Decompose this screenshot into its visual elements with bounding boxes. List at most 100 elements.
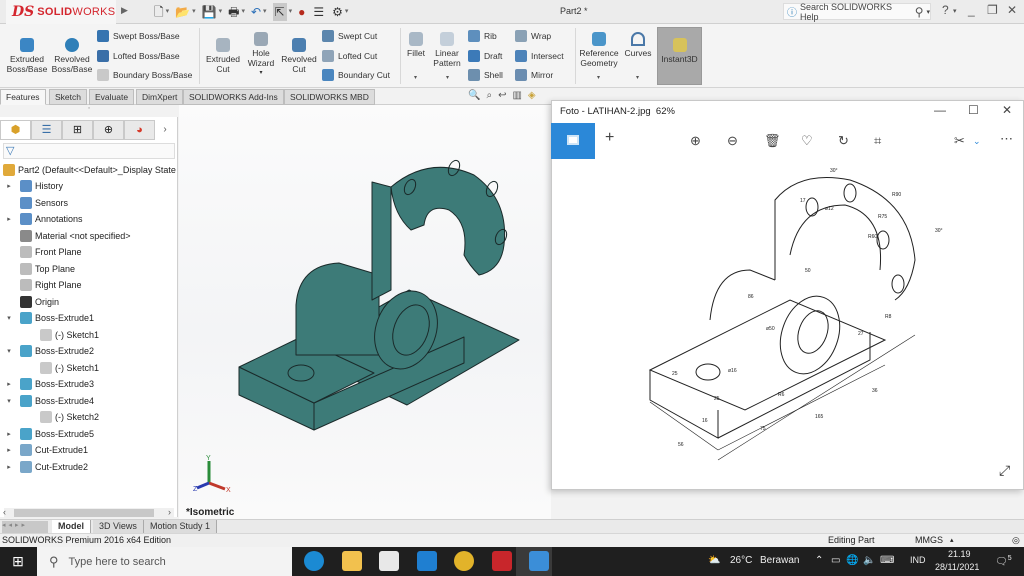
reference-geometry-button[interactable]: Reference Geometry xyxy=(578,30,620,68)
file-properties-icon[interactable]: ☰ xyxy=(313,3,324,21)
expand-toggle-icon[interactable]: ▸ xyxy=(4,380,14,388)
tab-evaluate[interactable]: Evaluate xyxy=(89,89,135,105)
taskbar-search-input[interactable]: ⚲ Type here to search xyxy=(37,547,292,576)
display-manager-tab[interactable]: ◕ xyxy=(124,120,155,140)
chevron-down-icon[interactable]: ▾ xyxy=(241,3,245,21)
reference-geometry-dropdown-icon[interactable]: ▾ xyxy=(597,74,600,81)
revolved-boss-button[interactable]: Revolved Boss/Base xyxy=(51,36,93,74)
hole-wizard-button[interactable]: Hole Wizard ▾ xyxy=(244,30,278,78)
photos-maximize-button[interactable]: ☐ xyxy=(968,103,979,117)
chevron-down-icon[interactable]: ▾ xyxy=(263,3,267,21)
scroll-left-icon[interactable]: ‹ xyxy=(3,507,6,517)
lofted-boss-button[interactable]: Lofted Boss/Base xyxy=(97,50,180,62)
chevron-down-icon[interactable]: ▾ xyxy=(345,3,349,21)
tree-item[interactable]: (-) Sketch1 xyxy=(24,327,99,343)
property-manager-tab[interactable]: ☰ xyxy=(31,120,62,140)
curves-dropdown-icon[interactable]: ▾ xyxy=(636,74,639,81)
tab-scroll-arrows[interactable]: ◂◂▸▸ xyxy=(2,521,48,533)
zoom-to-area-icon[interactable]: ⌕ xyxy=(486,90,492,104)
zoom-out-icon[interactable]: ⊖ xyxy=(727,133,738,149)
tree-item[interactable]: Front Plane xyxy=(4,244,82,260)
help-search-input[interactable]: ⓘ Search SOLIDWORKS Help ⚲ ▾ xyxy=(783,2,931,22)
photos-close-button[interactable]: ✕ xyxy=(1002,103,1012,117)
chevron-down-icon[interactable]: ▾ xyxy=(926,8,930,16)
curves-button[interactable]: Curves xyxy=(623,30,653,58)
clock-date[interactable]: 28/11/2021 xyxy=(935,562,979,572)
extruded-cut-button[interactable]: Extruded Cut xyxy=(203,36,243,74)
select-icon[interactable]: ⇱ xyxy=(272,3,287,21)
customize-icon[interactable]: ◎ xyxy=(1012,534,1020,547)
expand-toggle-icon[interactable]: ▾ xyxy=(4,397,14,405)
photos-home-button[interactable] xyxy=(551,123,595,159)
tree-item[interactable]: Origin xyxy=(4,294,59,310)
tab-solidworks-mbd[interactable]: SOLIDWORKS MBD xyxy=(284,89,375,105)
rib-button[interactable]: Rib xyxy=(468,30,497,42)
tab-dimxpert[interactable]: DimXpert xyxy=(136,89,184,105)
tree-item[interactable]: ▸ Boss-Extrude5 xyxy=(4,426,94,442)
network-globe-icon[interactable]: 🌐 xyxy=(846,555,858,566)
chevron-down-icon[interactable]: ▾ xyxy=(244,68,278,78)
zoom-to-fit-icon[interactable]: 🔍 xyxy=(468,90,480,104)
expand-toggle-icon[interactable]: ▸ xyxy=(4,430,14,438)
minimize-button[interactable]: _ xyxy=(968,3,975,17)
feature-manager-tab[interactable]: ⬢ xyxy=(0,120,31,140)
close-button[interactable]: ✕ xyxy=(1007,3,1017,17)
tree-item[interactable]: ▸ History xyxy=(4,178,63,194)
intersect-button[interactable]: Intersect xyxy=(515,50,564,62)
chevron-right-icon[interactable]: › xyxy=(155,120,175,142)
clock-time[interactable]: 21.19 xyxy=(948,549,971,559)
tree-item[interactable]: ▸ Cut-Extrude1 xyxy=(4,442,88,458)
graphics-area[interactable]: Y X Z xyxy=(179,105,551,519)
previous-view-icon[interactable]: ↩ xyxy=(498,90,506,104)
tree-item[interactable]: ▾ Boss-Extrude4 xyxy=(4,393,94,409)
menu-expand-arrow-icon[interactable]: ▶ xyxy=(121,5,128,16)
revolved-cut-button[interactable]: Revolved Cut xyxy=(280,36,318,74)
expand-toggle-icon[interactable]: ▾ xyxy=(4,347,14,355)
tree-item[interactable]: ▸ Annotations xyxy=(4,211,83,227)
windows-start-icon[interactable]: ⊞ xyxy=(0,547,36,576)
expand-toggle-icon[interactable]: ▾ xyxy=(4,314,14,322)
save-icon[interactable]: 💾 xyxy=(202,3,217,21)
section-view-icon[interactable]: ▥ xyxy=(512,90,521,104)
new-document-icon[interactable]: 🗋 xyxy=(154,3,164,21)
weather-description[interactable]: Berawan xyxy=(760,555,799,566)
mirror-button[interactable]: Mirror xyxy=(515,69,553,81)
fullscreen-expand-icon[interactable]: ⤢ xyxy=(999,462,1010,479)
open-icon[interactable]: 📂 xyxy=(175,3,190,21)
tab-motion-study-1[interactable]: Motion Study 1 xyxy=(144,520,218,534)
keyboard-icon[interactable]: ⌨ xyxy=(880,555,894,566)
help-button[interactable]: ? xyxy=(942,3,949,17)
tree-item[interactable]: ▾ Boss-Extrude1 xyxy=(4,310,94,326)
expand-toggle-icon[interactable]: ▸ xyxy=(4,215,14,223)
units-selector[interactable]: MMGS xyxy=(915,534,943,547)
chevron-down-icon[interactable]: ⌄ xyxy=(973,136,981,147)
feature-tree-filter[interactable]: ▽ xyxy=(3,143,175,159)
edit-draw-icon[interactable]: ✂ xyxy=(954,133,965,149)
taskbar-chrome-icon[interactable] xyxy=(454,551,474,571)
tree-item[interactable]: Right Plane xyxy=(4,277,82,293)
boundary-boss-button[interactable]: Boundary Boss/Base xyxy=(97,69,192,81)
expand-toggle-icon[interactable]: ▸ xyxy=(4,463,14,471)
rotate-icon[interactable]: ↻ xyxy=(838,133,849,149)
weather-icon[interactable]: ⛅ xyxy=(708,555,720,566)
tree-root-part[interactable]: Part2 (Default<<Default>_Display State xyxy=(3,162,176,178)
more-options-icon[interactable]: ⋯ xyxy=(1000,131,1013,147)
solidworks-logo[interactable]: DS SOLIDWORKS xyxy=(6,0,116,24)
print-icon[interactable]: 🖶 xyxy=(228,3,239,21)
language-indicator[interactable]: IND xyxy=(910,555,926,565)
extruded-boss-button[interactable]: Extruded Boss/Base xyxy=(6,36,48,74)
linear-pattern-button[interactable]: Linear Pattern xyxy=(432,30,462,68)
swept-cut-button[interactable]: Swept Cut xyxy=(322,30,377,42)
fillet-dropdown-icon[interactable]: ▾ xyxy=(414,74,417,81)
zoom-in-icon[interactable]: ⊕ xyxy=(690,133,701,149)
tree-item[interactable]: (-) Sketch1 xyxy=(24,360,99,376)
view-orientation-icon[interactable]: ◈ xyxy=(528,90,536,104)
search-icon[interactable]: ⚲ xyxy=(915,5,924,19)
expand-toggle-icon[interactable]: ▸ xyxy=(4,182,14,190)
dimxpert-manager-tab[interactable]: ⊕ xyxy=(93,120,124,140)
swept-boss-button[interactable]: Swept Boss/Base xyxy=(97,30,180,42)
tab-sketch[interactable]: Sketch xyxy=(49,89,87,105)
show-hidden-icons[interactable]: ⌃ xyxy=(815,555,823,566)
draft-button[interactable]: Draft xyxy=(468,50,502,62)
tab-3d-views[interactable]: 3D Views xyxy=(93,520,144,534)
